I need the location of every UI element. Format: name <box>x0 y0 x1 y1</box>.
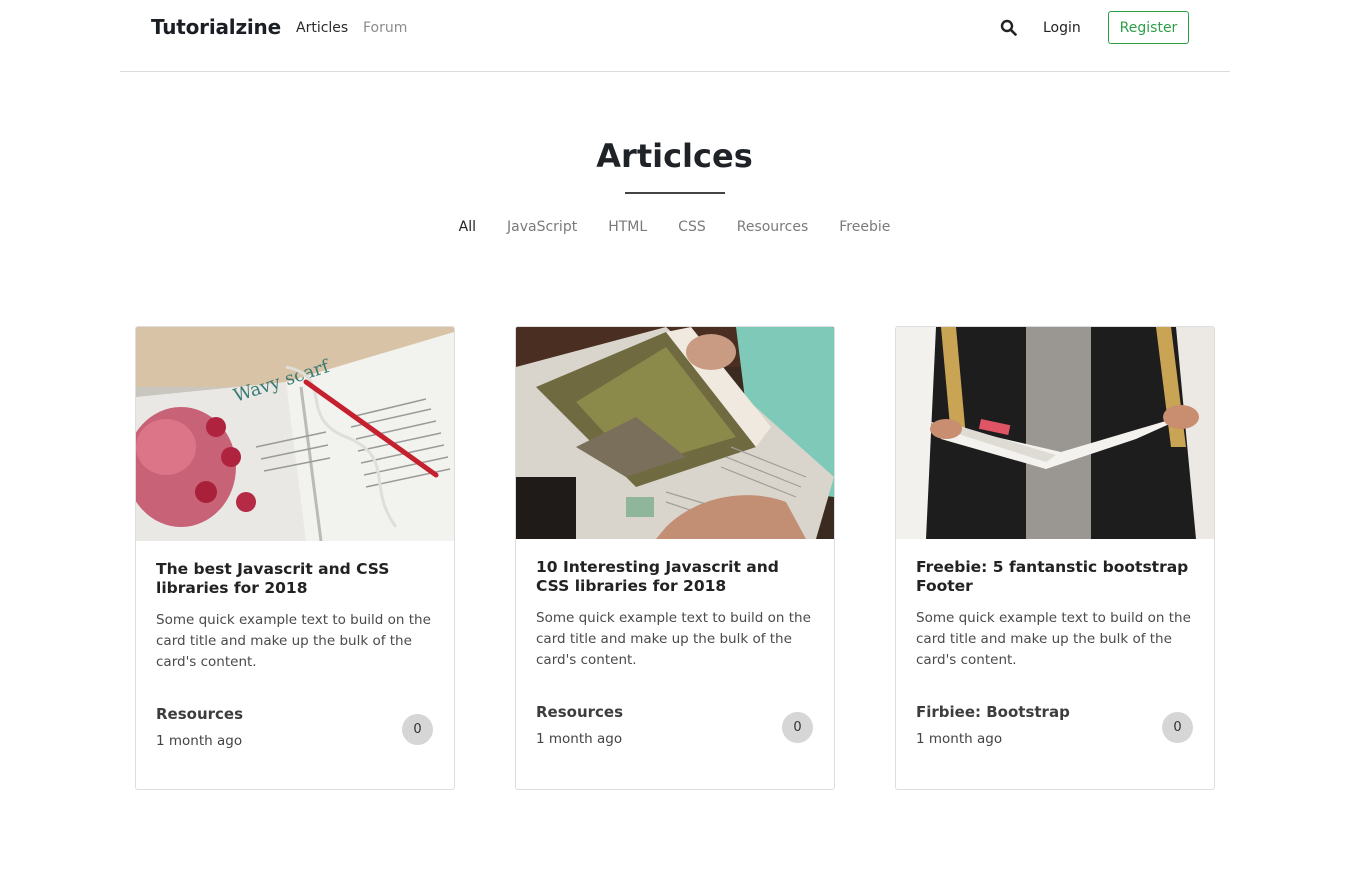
card-description: Some quick example text to build on the … <box>536 610 811 668</box>
card-title[interactable]: Freebie: 5 fantanstic bootstrap Footer <box>916 558 1196 596</box>
card-image-newspaper[interactable] <box>896 327 1214 539</box>
card-image-book[interactable]: Wavy scarf <box>136 327 454 541</box>
card-timestamp: 1 month ago <box>156 733 243 749</box>
search-icon[interactable] <box>1000 19 1018 37</box>
brand-logo[interactable]: Tutorialzine <box>151 15 281 39</box>
filter-resources[interactable]: Resources <box>737 219 809 235</box>
comment-count-badge: 0 <box>402 714 433 745</box>
filter-javascript[interactable]: JavaScript <box>507 219 577 235</box>
top-navbar: Tutorialzine Articles Forum Login Regist… <box>120 0 1230 72</box>
card-category[interactable]: Firbiee: Bootstrap <box>916 703 1070 721</box>
article-card[interactable]: 10 Interesting Javascrit and CSS librari… <box>515 326 835 790</box>
article-card[interactable]: Wavy scarf The best Javascrit and CSS li… <box>135 326 455 790</box>
page-title: Articlces <box>596 137 753 175</box>
card-timestamp: 1 month ago <box>916 731 1003 747</box>
title-divider <box>625 192 725 194</box>
login-link[interactable]: Login <box>1043 20 1081 36</box>
card-image-magazine[interactable] <box>516 327 834 539</box>
nav-link-forum[interactable]: Forum <box>363 20 407 36</box>
card-description: Some quick example text to build on the … <box>156 612 431 670</box>
category-filter-bar: All JavaScript HTML CSS Resources Freebi… <box>0 219 1349 235</box>
filter-html[interactable]: HTML <box>608 219 647 235</box>
filter-all[interactable]: All <box>459 219 476 235</box>
card-timestamp: 1 month ago <box>536 731 623 747</box>
comment-count-badge: 0 <box>1162 712 1193 743</box>
article-card[interactable]: Freebie: 5 fantanstic bootstrap Footer S… <box>895 326 1215 790</box>
card-category[interactable]: Resources <box>156 705 243 723</box>
register-button[interactable]: Register <box>1108 11 1189 44</box>
nav-link-articles[interactable]: Articles <box>296 20 348 36</box>
card-description: Some quick example text to build on the … <box>916 610 1191 668</box>
filter-css[interactable]: CSS <box>678 219 706 235</box>
card-title[interactable]: The best Javascrit and CSS libraries for… <box>156 560 436 598</box>
filter-freebie[interactable]: Freebie <box>839 219 890 235</box>
card-title[interactable]: 10 Interesting Javascrit and CSS librari… <box>536 558 816 596</box>
comment-count-badge: 0 <box>782 712 813 743</box>
card-category[interactable]: Resources <box>536 703 623 721</box>
